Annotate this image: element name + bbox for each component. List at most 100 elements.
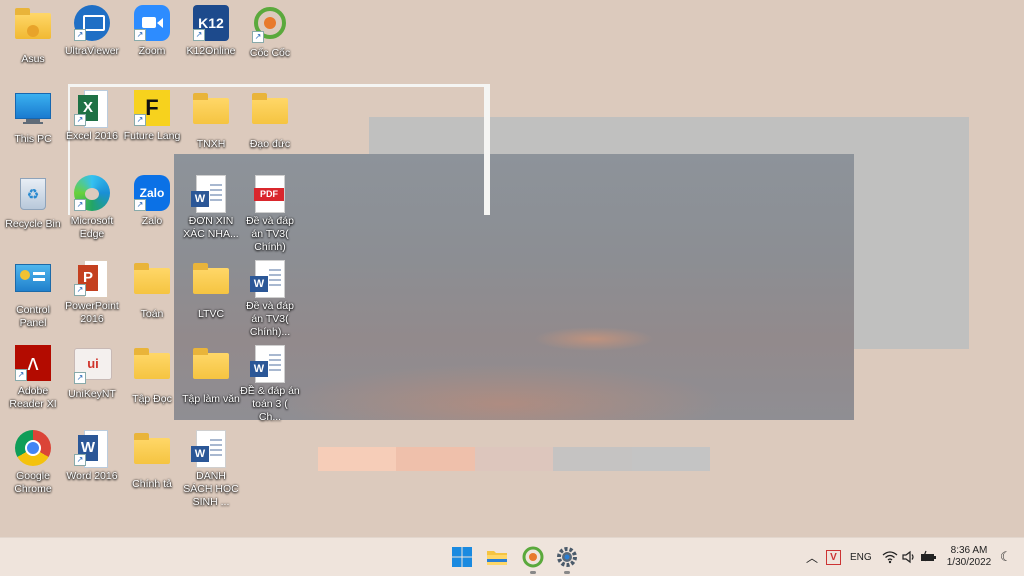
folder-icon bbox=[193, 93, 229, 134]
taskbar: ︿ V ENG 8:36 AM 1/30/2022 ☾ bbox=[0, 537, 1024, 576]
speaker-icon bbox=[902, 550, 914, 564]
icon-label: Tập Đọc bbox=[132, 393, 172, 405]
icon-label: Toán bbox=[140, 308, 164, 320]
desktop-icon-word[interactable]: W ↗ Word 2016 bbox=[62, 430, 122, 483]
desktop-icon-chinhta[interactable]: Chính tả bbox=[122, 430, 182, 491]
gear-icon bbox=[557, 547, 577, 567]
icon-label: This PC bbox=[14, 133, 52, 145]
taskbar-coccoc[interactable] bbox=[521, 545, 545, 574]
tray-network[interactable] bbox=[882, 538, 898, 576]
icon-label: TNXH bbox=[196, 138, 226, 150]
desktop-icon-powerpoint[interactable]: P ↗ PowerPoint 2016 bbox=[62, 260, 122, 326]
folder-icon bbox=[134, 263, 170, 304]
desktop-icon-controlpanel[interactable]: Control Panel bbox=[3, 260, 63, 330]
desktop-icon-tapdoc[interactable]: Tập Đọc bbox=[122, 345, 182, 406]
desktop-icon-toan[interactable]: Toán bbox=[122, 260, 182, 321]
moon-icon: ☾ bbox=[1000, 549, 1012, 564]
adobe-reader-icon: ᴧ ↗ bbox=[15, 345, 51, 381]
tray-unikey[interactable]: V bbox=[826, 538, 841, 576]
desktop-icon-edge[interactable]: ↗ Microsoft Edge bbox=[62, 175, 122, 241]
word-document-icon: W bbox=[191, 175, 229, 213]
desktop-icon-thispc[interactable]: This PC bbox=[3, 90, 63, 146]
folder-icon bbox=[134, 433, 170, 474]
ultraviewer-icon: ↗ bbox=[74, 5, 110, 41]
desktop-icon-pdf-de[interactable]: PDF Đề và đáp án TV3( Chính) bbox=[240, 175, 300, 254]
future-lang-icon: F ↗ bbox=[134, 90, 170, 126]
unikey-icon: ui ↗ bbox=[74, 348, 112, 384]
desktop-icon-chrome[interactable]: Google Chrome bbox=[3, 430, 63, 496]
icon-label: Đề và đáp án TV3( Chính) bbox=[246, 215, 294, 253]
icon-label: K12Online bbox=[186, 45, 236, 57]
icon-label: Zalo bbox=[141, 215, 163, 227]
icon-label: Tập làm văn bbox=[182, 393, 240, 405]
desktop-icon-ltvc[interactable]: LTVC bbox=[181, 260, 241, 321]
desktop-icon-excel[interactable]: X ↗ Excel 2016 bbox=[62, 90, 122, 143]
desktop-icon-asus[interactable]: Asus bbox=[3, 5, 63, 66]
desktop-icon-unikey[interactable]: ui ↗ UniKeyNT bbox=[62, 345, 122, 401]
icon-label: Zoom bbox=[138, 45, 166, 57]
show-hidden-icons[interactable]: ︿ bbox=[806, 538, 818, 576]
zalo-icon: Zalo ↗ bbox=[134, 175, 170, 211]
desktop-icon-de-toan[interactable]: W ĐỀ & đáp án toán 3 ( Ch... bbox=[240, 345, 300, 424]
taskbar-file-explorer[interactable] bbox=[485, 545, 509, 569]
k12-icon: K12 ↗ bbox=[193, 5, 229, 41]
desktop-icon-coccoc[interactable]: ↗ Cốc Cốc bbox=[240, 5, 300, 60]
icon-label: Cốc Cốc bbox=[249, 47, 291, 59]
icon-label: ĐƠN XIN XÁC NHA... bbox=[183, 215, 239, 240]
pdf-document-icon: PDF bbox=[252, 175, 288, 213]
icon-label: Đạo đức bbox=[249, 138, 291, 150]
powerpoint-icon: P ↗ bbox=[74, 260, 110, 298]
desktop-icon-daoduc[interactable]: Đạo đức bbox=[240, 90, 300, 151]
icon-label: Excel 2016 bbox=[66, 130, 118, 142]
folder-icon bbox=[193, 348, 229, 389]
windows-icon bbox=[452, 547, 472, 567]
control-panel-icon bbox=[15, 264, 51, 300]
desktop-icon-zoom[interactable]: ↗ Zoom bbox=[122, 5, 182, 58]
desktop-icon-tnxh[interactable]: TNXH bbox=[181, 90, 241, 151]
desktop-icon-taplamvan[interactable]: Tập làm văn bbox=[181, 345, 241, 406]
word-document-icon: W bbox=[250, 260, 288, 298]
icon-label: LTVC bbox=[197, 308, 225, 320]
word-document-icon: W bbox=[191, 430, 229, 468]
desktop-icon-k12online[interactable]: K12 ↗ K12Online bbox=[181, 5, 241, 58]
word-document-icon: W bbox=[250, 345, 288, 383]
folder-icon bbox=[134, 348, 170, 389]
battery-charging-icon bbox=[921, 550, 936, 562]
desktop-icon-futurelang[interactable]: F ↗ Future Lang bbox=[122, 90, 182, 143]
start-button[interactable] bbox=[450, 545, 474, 569]
file-explorer-icon bbox=[487, 551, 507, 565]
desktop-icon-danhsach[interactable]: W DANH SÁCH HỌC SINH ... bbox=[181, 430, 241, 509]
desktop-icon-donxin[interactable]: W ĐƠN XIN XÁC NHA... bbox=[181, 175, 241, 241]
tray-clock[interactable]: 8:36 AM 1/30/2022 bbox=[944, 538, 994, 576]
desktop-icon-ultraviewer[interactable]: ↗ UltraViewer bbox=[62, 5, 122, 58]
icon-label: Google Chrome bbox=[14, 470, 52, 495]
language-indicator: ENG bbox=[850, 551, 872, 563]
chevron-up-icon: ︿ bbox=[806, 550, 819, 565]
taskbar-settings[interactable] bbox=[555, 545, 579, 574]
icon-label: PowerPoint 2016 bbox=[65, 300, 119, 325]
tray-focus-assist[interactable]: ☾ bbox=[1000, 538, 1012, 576]
icon-label: Recycle Bin bbox=[5, 218, 61, 230]
icon-label: ĐỀ & đáp án toán 3 ( Ch... bbox=[240, 385, 300, 423]
monitor-icon bbox=[15, 93, 51, 129]
icon-label: Future Lang bbox=[123, 130, 181, 142]
icon-label: Microsoft Edge bbox=[70, 215, 114, 240]
coccoc-icon bbox=[522, 546, 544, 568]
tray-language[interactable]: ENG bbox=[850, 538, 872, 576]
desktop-icon-zalo[interactable]: Zalo ↗ Zalo bbox=[122, 175, 182, 228]
icon-label: Chính tả bbox=[132, 478, 172, 490]
desktop-icon-recyclebin[interactable]: ♻ Recycle Bin bbox=[3, 175, 63, 231]
desktop-icon-adobe[interactable]: ᴧ ↗ Adobe Reader XI bbox=[3, 345, 63, 411]
tray-volume[interactable] bbox=[902, 538, 916, 576]
icon-label: Adobe Reader XI bbox=[9, 385, 57, 410]
excel-icon: X ↗ bbox=[74, 90, 110, 128]
word-icon: W ↗ bbox=[74, 430, 110, 468]
desktop-icon-doc-de[interactable]: W Đề và đáp án TV3( Chính)... bbox=[240, 260, 300, 339]
icon-label: Đề và đáp án TV3( Chính)... bbox=[246, 300, 294, 338]
user-folder-icon bbox=[15, 8, 51, 49]
unikey-v-icon: V bbox=[826, 549, 841, 565]
ghost-color-strip bbox=[318, 447, 711, 471]
tray-battery[interactable] bbox=[920, 538, 938, 576]
icon-label: UltraViewer bbox=[64, 45, 120, 57]
zoom-icon: ↗ bbox=[134, 5, 170, 41]
